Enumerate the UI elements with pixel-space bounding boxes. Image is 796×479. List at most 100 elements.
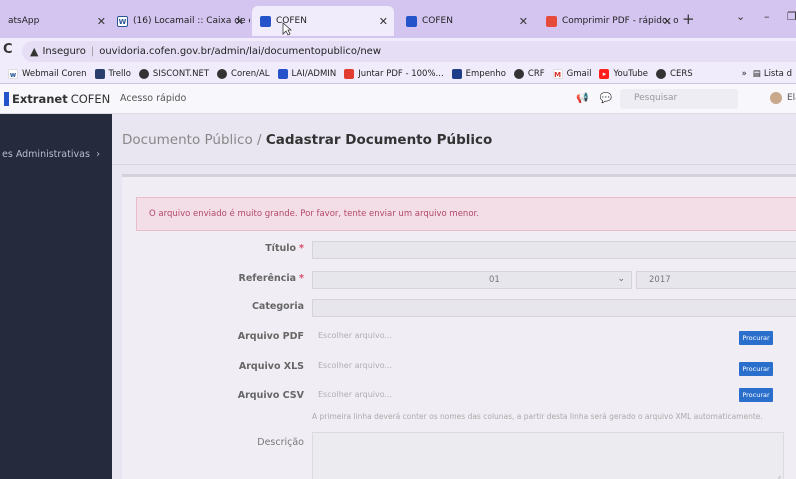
tab-comprimir-pdf[interactable]: Comprimir PDF - rápido, onl ✕ <box>540 6 678 36</box>
header-icons: 📢 💬 <box>576 93 612 104</box>
bookmark-siscont[interactable]: SISCONT.NET <box>138 68 210 79</box>
bookmark-gmail[interactable]: M Gmail <box>552 68 591 79</box>
locamail-icon: W <box>117 15 128 27</box>
bookmark-crf[interactable]: CRF <box>513 68 545 79</box>
chevron-down-icon[interactable]: ⌄ <box>736 10 745 23</box>
bookmark-lai-admin[interactable]: LAI/ADMIN <box>277 68 336 79</box>
ilovepdf-icon <box>344 68 355 79</box>
security-label[interactable]: Inseguro <box>42 46 85 57</box>
cofen-icon <box>277 68 288 79</box>
sidebar-item-label: es Administrativas <box>2 149 90 160</box>
breadcrumb-separator: / <box>252 132 266 148</box>
megaphone-icon[interactable]: 📢 <box>576 93 588 104</box>
procurar-pdf-button[interactable]: Procurar <box>739 331 773 345</box>
bookmark-coren-al[interactable]: Coren/AL <box>217 68 270 79</box>
app-header: Extranet COFEN Acesso rápido 📢 💬 Pesquis… <box>0 84 796 114</box>
bookmarks-more-button[interactable]: » <box>742 69 747 79</box>
screen: atsApp ✕ W (16) Locamail :: Caixa de ent… <box>0 0 796 479</box>
gmail-icon: M <box>552 68 563 79</box>
categoria-label: Categoria <box>251 301 304 312</box>
bookmark-cers[interactable]: CERS <box>656 68 693 79</box>
bookmark-juntar-pdf[interactable]: Juntar PDF - 100%... <box>344 68 444 79</box>
chat-icon[interactable]: 💬 <box>600 93 612 104</box>
close-icon[interactable]: ✕ <box>235 15 244 28</box>
bookmark-label: Empenho <box>465 68 506 79</box>
trello-icon <box>94 68 105 79</box>
cofen-icon <box>260 15 271 27</box>
tab-title: Comprimir PDF - rápido, onl <box>562 16 678 26</box>
referencia-year-select[interactable]: 2017 ⌄ <box>636 271 796 289</box>
arquivo-csv-label: Arquivo CSV <box>237 390 304 401</box>
arquivo-pdf-label: Arquivo PDF <box>237 331 304 342</box>
tab-title: COFEN <box>422 16 453 26</box>
arquivo-pdf-input[interactable]: Escolher arquivo... <box>312 328 737 346</box>
tab-cofen[interactable]: COFEN ✕ <box>398 6 534 36</box>
cofen-icon <box>406 15 417 27</box>
warning-icon[interactable]: ▲ <box>30 45 38 58</box>
bookmark-webmail[interactable]: w Webmail Coren <box>8 68 87 79</box>
cers-icon <box>656 68 667 79</box>
reload-icon[interactable]: C <box>3 42 13 57</box>
categoria-select[interactable]: ⌄ <box>312 299 796 317</box>
close-icon[interactable]: ✕ <box>663 15 672 28</box>
bookmark-label: CERS <box>670 68 693 79</box>
descricao-textarea[interactable]: ⁄⁄ <box>312 432 784 479</box>
reading-list-icon[interactable]: ▤ <box>753 69 761 79</box>
main-content: Documento Público / Cadastrar Documento … <box>112 114 796 479</box>
minimize-icon[interactable]: – <box>764 10 770 23</box>
search-input[interactable]: Pesquisar <box>620 89 738 109</box>
required-mark: * <box>299 273 304 284</box>
user-menu[interactable]: Elaine <box>770 92 796 104</box>
descricao-label: Descrição <box>257 437 304 448</box>
bookmark-label: SISCONT.NET <box>152 68 210 79</box>
form-panel: O arquivo enviado é muito grande. Por fa… <box>122 174 796 479</box>
procurar-csv-button[interactable]: Procurar <box>739 388 773 402</box>
url-text[interactable]: ouvidoria.cofen.gov.br/admin/lai/documen… <box>99 46 381 57</box>
tab-title: atsApp <box>8 16 40 26</box>
brand-logo[interactable]: Extranet COFEN <box>0 84 112 114</box>
error-alert: O arquivo enviado é muito grande. Por fa… <box>136 197 796 231</box>
selected-value: 2017 <box>649 275 671 285</box>
globe-icon <box>217 68 228 79</box>
bookmarks-overflow: » ▤ Lista d <box>741 64 796 83</box>
resize-handle-icon[interactable]: ⁄⁄ <box>777 475 780 479</box>
new-tab-button[interactable]: + <box>682 10 695 28</box>
arquivo-xls-input[interactable]: Escolher arquivo... <box>312 358 737 376</box>
arquivo-csv-input[interactable]: Escolher arquivo... <box>312 387 737 405</box>
arquivo-xls-label: Arquivo XLS <box>238 361 304 372</box>
tab-whatsapp[interactable]: atsApp ✕ <box>0 6 112 36</box>
label-text: Referência <box>238 273 297 284</box>
selected-value: 01 <box>489 275 500 285</box>
restore-icon[interactable]: ❐ <box>787 10 796 23</box>
referencia-month-select[interactable]: 01 ⌄ <box>312 271 632 289</box>
reading-list-label[interactable]: Lista d <box>764 69 792 79</box>
bookmark-empenho[interactable]: Empenho <box>451 68 506 79</box>
close-icon[interactable]: ✕ <box>97 15 106 28</box>
close-icon[interactable]: ✕ <box>379 15 388 28</box>
webmail-icon: w <box>8 68 18 79</box>
bookmark-label: Trello <box>108 68 131 79</box>
mouse-cursor-icon <box>282 22 292 36</box>
globe-icon <box>138 68 149 79</box>
bookmark-label: Juntar PDF - 100%... <box>358 68 444 79</box>
brand-mark-icon <box>4 92 9 106</box>
close-icon[interactable]: ✕ <box>519 15 528 28</box>
avatar <box>770 92 782 104</box>
bookmark-youtube[interactable]: ▸ YouTube <box>599 68 648 79</box>
tab-title: (16) Locamail :: Caixa de entr <box>133 16 250 26</box>
bookmark-label: Webmail Coren <box>22 68 87 79</box>
procurar-xls-button[interactable]: Procurar <box>739 362 773 376</box>
address-bar[interactable]: ▲ Inseguro | ouvidoria.cofen.gov.br/admi… <box>22 41 796 62</box>
titulo-label: Título * <box>128 243 304 254</box>
referencia-label: Referência * <box>128 273 305 284</box>
youtube-icon: ▸ <box>599 68 610 79</box>
bookmark-trello[interactable]: Trello <box>94 68 131 79</box>
breadcrumb-parent[interactable]: Documento Público <box>122 132 253 148</box>
titulo-input[interactable] <box>312 241 796 259</box>
tab-locamail[interactable]: W (16) Locamail :: Caixa de entr ✕ <box>112 6 250 36</box>
sidebar-item-administrativas[interactable]: es Administrativas › <box>0 149 112 160</box>
chevron-right-icon: › <box>96 149 100 160</box>
tab-cofen-active[interactable]: COFEN ✕ <box>252 6 394 36</box>
quick-access-link[interactable]: Acesso rápido <box>120 93 186 104</box>
breadcrumb-current: Cadastrar Documento Público <box>265 132 493 148</box>
